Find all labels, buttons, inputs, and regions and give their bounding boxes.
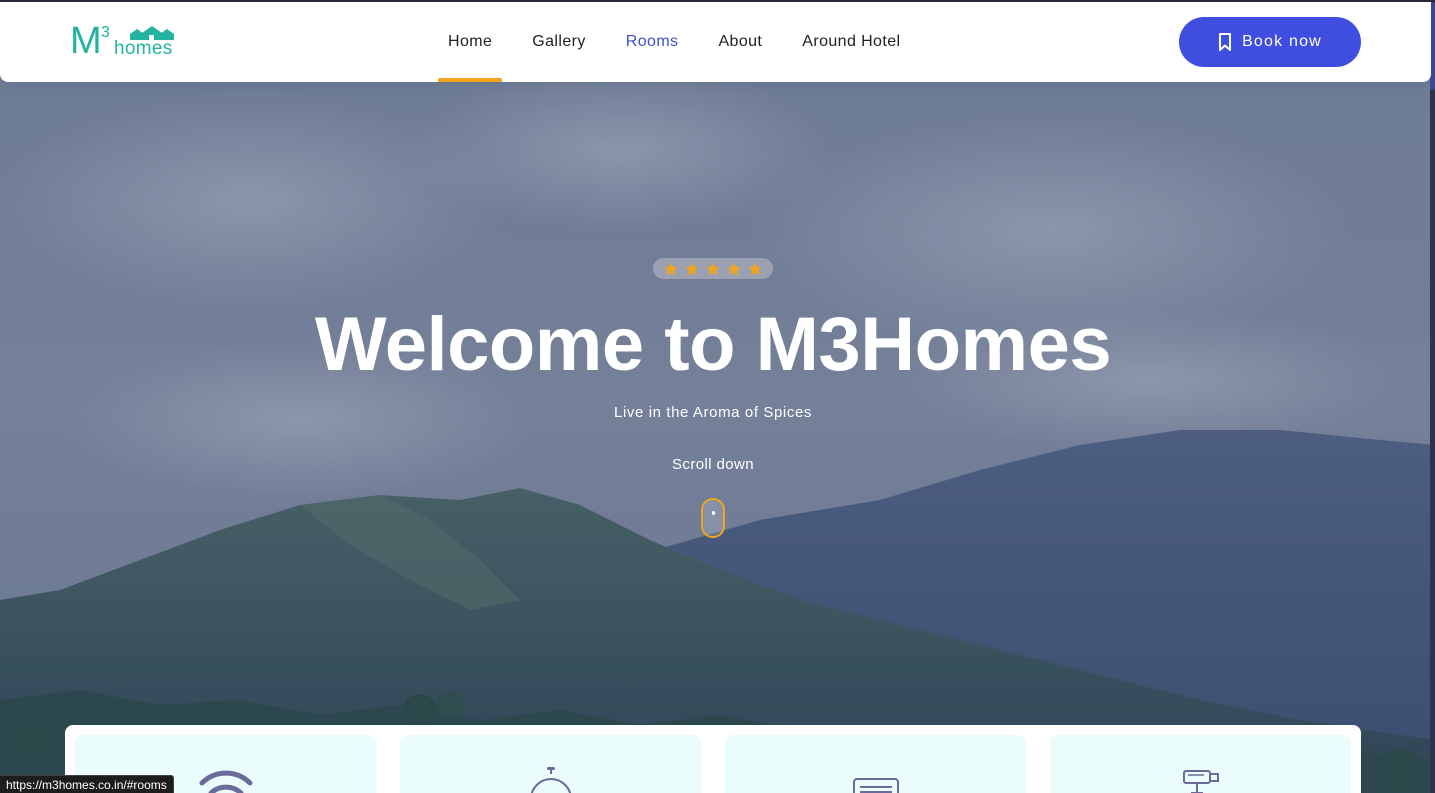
hero-title: Welcome to M3Homes xyxy=(314,302,1112,387)
amenities-panel xyxy=(65,725,1361,793)
site-header: M 3 homes Home Gallery Rooms About Aroun… xyxy=(0,2,1431,82)
room-service-bell-icon xyxy=(530,767,571,793)
hero-subtitle: Live in the Aroma of Spices xyxy=(614,404,812,421)
nav-item-rooms[interactable]: Rooms xyxy=(606,2,699,82)
star-icon xyxy=(748,261,762,275)
logo-word-homes: homes xyxy=(114,38,173,59)
star-icon xyxy=(706,261,720,275)
nav-active-underline xyxy=(438,78,503,82)
mouse-wheel-dot xyxy=(712,511,715,515)
hero-dim-overlay xyxy=(0,0,1435,793)
star-icon xyxy=(727,261,741,275)
nav-item-home[interactable]: Home xyxy=(428,2,512,82)
cctv-camera-icon xyxy=(1182,770,1219,793)
mouse-scroll-icon[interactable] xyxy=(701,498,725,538)
star-icon xyxy=(664,261,678,275)
page-scrollbar-track[interactable] xyxy=(1430,0,1435,793)
air-conditioner-icon xyxy=(852,778,899,793)
logo-letter-m: M xyxy=(70,20,102,62)
nav-item-gallery[interactable]: Gallery xyxy=(512,2,605,82)
amenity-card-air-conditioner[interactable] xyxy=(725,735,1026,793)
star-icon xyxy=(685,261,699,275)
nav-item-label: Home xyxy=(448,33,493,50)
hero-section xyxy=(0,0,1435,793)
main-navigation: Home Gallery Rooms About Around Hotel xyxy=(428,2,920,82)
bookmark-icon xyxy=(1219,33,1232,51)
wifi-icon xyxy=(199,770,252,793)
book-now-button[interactable]: Book now xyxy=(1179,17,1361,67)
book-now-label: Book now xyxy=(1242,33,1322,50)
logo-digit-3: 3 xyxy=(101,24,110,41)
nav-item-label: About xyxy=(718,33,763,50)
nav-item-about[interactable]: About xyxy=(698,2,782,82)
nav-item-label: Gallery xyxy=(532,33,586,50)
link-hover-status-url: https://m3homes.co.in/#rooms xyxy=(0,775,174,793)
amenity-card-room-service[interactable] xyxy=(400,735,701,793)
brand-logo[interactable]: M 3 homes xyxy=(70,20,182,62)
nav-item-around-hotel[interactable]: Around Hotel xyxy=(782,2,920,82)
scroll-down-label[interactable]: Scroll down xyxy=(0,456,1426,473)
rating-stars xyxy=(653,258,773,279)
nav-item-label: Rooms xyxy=(625,33,679,50)
amenity-card-cctv[interactable] xyxy=(1050,735,1351,793)
nav-item-label: Around Hotel xyxy=(802,33,901,50)
